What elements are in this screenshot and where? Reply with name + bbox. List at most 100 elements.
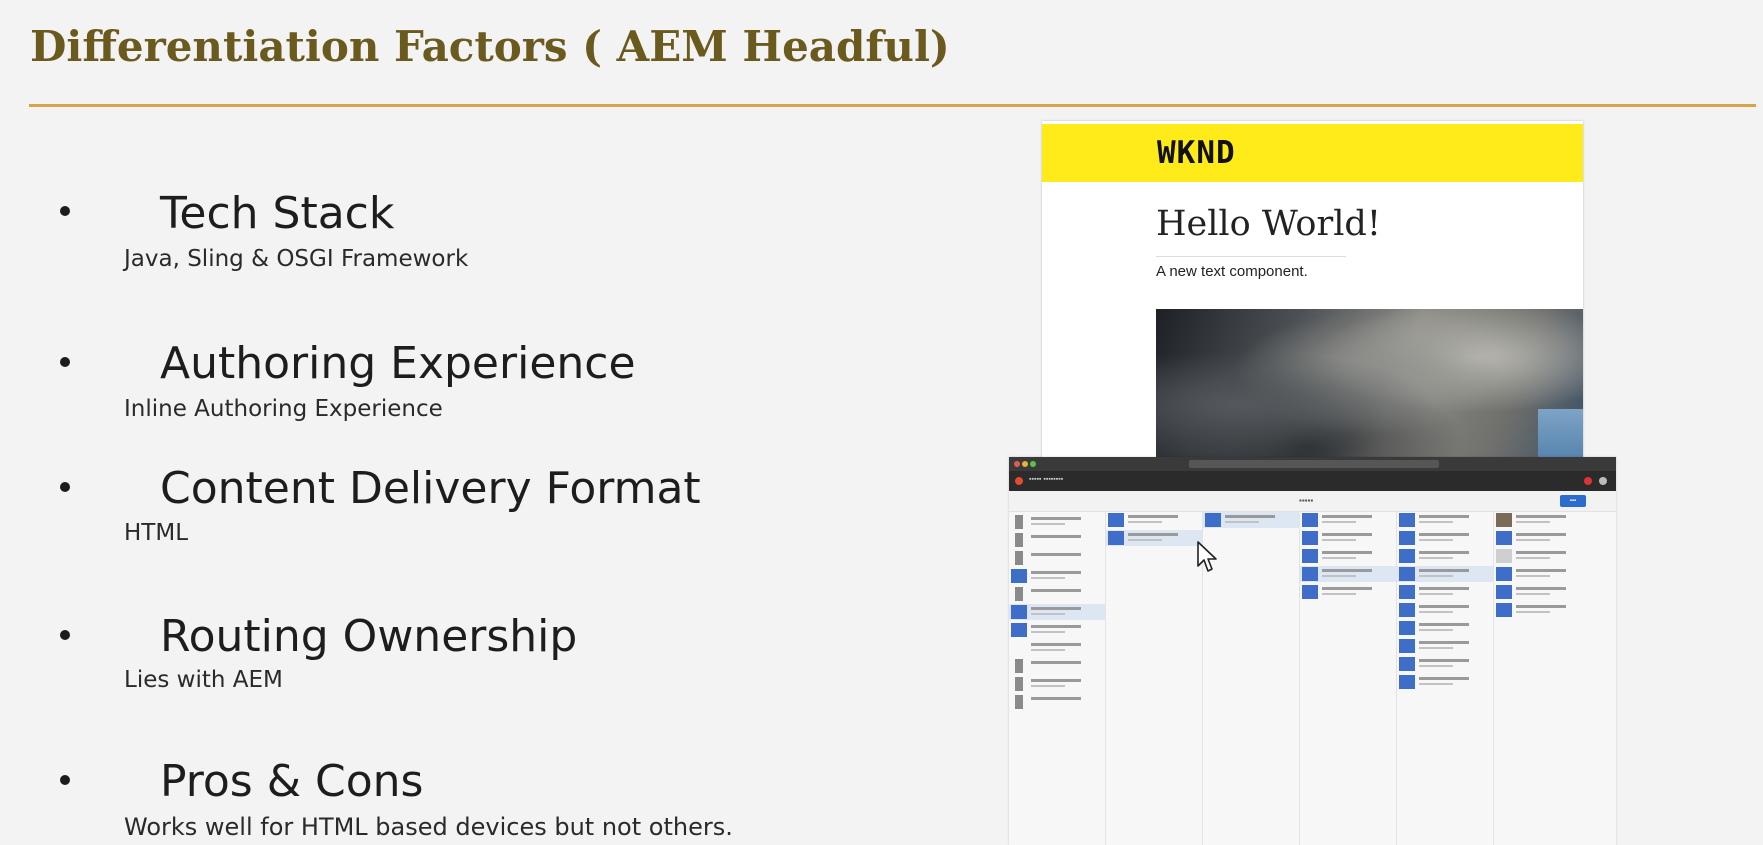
list-item [1397, 602, 1493, 618]
list-item [1300, 584, 1396, 600]
aem-header-title: ▪▪▪▪▪ ▪▪▪▪▪▪▪▪ [1029, 476, 1064, 483]
folder-icon [1015, 515, 1023, 529]
aem-sites-console-screenshot: ▪▪▪▪▪ ▪▪▪▪▪▪▪▪ ▪▪▪▪▪ ▪▪▪ [1009, 457, 1616, 845]
row-sublabel [1322, 539, 1356, 541]
row-label [1031, 571, 1081, 574]
list-item [1106, 530, 1202, 546]
list-item [1300, 566, 1396, 582]
row-label [1128, 515, 1178, 518]
image-thumbnail [1496, 513, 1512, 527]
row-label [1516, 569, 1566, 572]
bullet-heading-content-delivery-format: Content Delivery Format [160, 463, 701, 514]
list-item [1397, 530, 1493, 546]
page-thumbnail [1496, 567, 1512, 581]
page-thumbnail [1108, 531, 1124, 545]
browser-titlebar [1009, 457, 1616, 471]
wknd-header-bar: WKND [1042, 124, 1583, 182]
row-sublabel [1031, 631, 1065, 633]
row-sublabel [1419, 665, 1453, 667]
aem-toolbar: ▪▪▪▪▪ ▪▪▪ [1009, 491, 1616, 512]
bullet-dot [60, 357, 70, 367]
aem-toolbar-title: ▪▪▪▪▪ [1299, 496, 1314, 505]
row-label [1419, 659, 1469, 662]
row-sublabel [1419, 539, 1453, 541]
row-label [1516, 587, 1566, 590]
page-thumbnail [1399, 675, 1415, 689]
row-label [1031, 589, 1081, 592]
page-thumbnail [1399, 657, 1415, 671]
row-label [1419, 533, 1469, 536]
wknd-heading: Hello World! [1156, 204, 1381, 244]
page-thumbnail [1496, 531, 1512, 545]
list-item [1300, 530, 1396, 546]
page-thumbnail [1011, 605, 1027, 619]
page-thumbnail [1399, 585, 1415, 599]
list-item [1300, 512, 1396, 528]
folder-icon [1015, 587, 1023, 601]
list-item [1494, 512, 1616, 528]
folder-icon [1015, 659, 1023, 673]
row-label [1031, 643, 1081, 646]
row-label [1419, 623, 1469, 626]
row-label [1516, 605, 1566, 608]
page-thumbnail [1302, 585, 1318, 599]
list-item [1009, 568, 1105, 584]
bullet-dot [60, 206, 70, 216]
row-sublabel [1516, 593, 1550, 595]
row-sublabel [1322, 593, 1356, 595]
column-components [1397, 512, 1494, 845]
wknd-text-component: A new text component. [1156, 263, 1308, 280]
list-item [1494, 530, 1616, 546]
bullet-detail-content-delivery-format: HTML [124, 520, 189, 546]
row-label [1031, 607, 1081, 610]
page-thumbnail [1399, 639, 1415, 653]
page-thumbnail [1302, 531, 1318, 545]
row-sublabel [1516, 521, 1550, 523]
row-sublabel [1419, 593, 1453, 595]
list-item [1009, 658, 1105, 674]
row-label [1419, 515, 1469, 518]
adobe-logo-icon [1015, 477, 1023, 485]
list-item [1397, 638, 1493, 654]
wknd-logo: WKND [1157, 135, 1236, 171]
list-item [1106, 512, 1202, 528]
list-item [1494, 566, 1616, 582]
mouse-pointer-icon [1197, 541, 1217, 572]
row-label [1516, 515, 1566, 518]
page-thumbnail [1205, 513, 1221, 527]
row-label [1031, 517, 1081, 520]
row-sublabel [1419, 611, 1453, 613]
bullet-detail-routing-ownership: Lies with AEM [124, 667, 283, 693]
row-sublabel [1128, 539, 1162, 541]
folder-icon [1015, 551, 1023, 565]
column-nav [1009, 512, 1106, 845]
list-item [1009, 694, 1105, 710]
bullet-heading-pros-cons: Pros & Cons [160, 756, 424, 807]
row-sublabel [1419, 647, 1453, 649]
row-sublabel [1419, 575, 1453, 577]
list-item [1009, 514, 1105, 530]
row-sublabel [1031, 685, 1065, 687]
list-item [1300, 548, 1396, 564]
bullet-detail-tech-stack: Java, Sling & OSGI Framework [124, 246, 469, 272]
row-sublabel [1419, 629, 1453, 631]
page-thumbnail [1399, 621, 1415, 635]
list-item [1397, 548, 1493, 564]
create-button: ▪▪▪ [1560, 495, 1586, 507]
row-label [1031, 553, 1081, 556]
bullet-heading-authoring-experience: Authoring Experience [160, 338, 636, 389]
folder-icon [1015, 695, 1023, 709]
page-thumbnail [1496, 585, 1512, 599]
wknd-site-preview: WKND Hello World! A new text component. [1042, 121, 1583, 461]
list-item [1397, 512, 1493, 528]
bullet-dot [60, 775, 70, 785]
list-item [1494, 548, 1616, 564]
list-item [1397, 566, 1493, 582]
list-item [1009, 622, 1105, 638]
page-thumbnail [1399, 603, 1415, 617]
bullet-heading-tech-stack: Tech Stack [160, 188, 395, 239]
list-item [1494, 584, 1616, 600]
image-thumbnail [1496, 549, 1512, 563]
slide-title: Differentiation Factors ( AEM Headful) [30, 22, 950, 71]
list-item [1009, 604, 1105, 620]
